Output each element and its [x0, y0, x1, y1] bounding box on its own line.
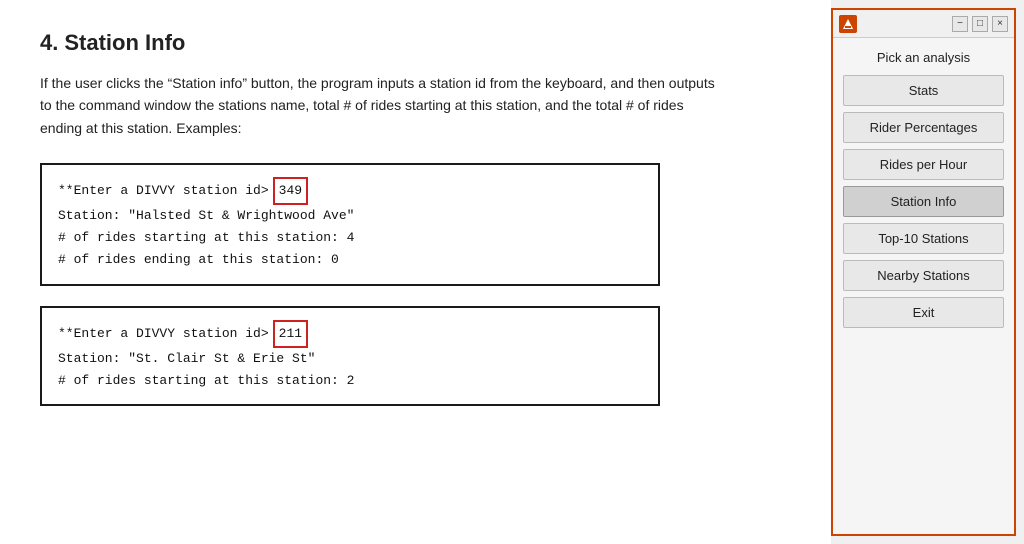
stats-button[interactable]: Stats — [843, 75, 1004, 106]
dialog-header-label: Pick an analysis — [843, 50, 1004, 65]
prompt-2: **Enter a DIVVY station id> — [58, 323, 269, 345]
main-content: 4.Station Info If the user clicks the “S… — [0, 0, 831, 544]
input-line-2: **Enter a DIVVY station id> 211 — [58, 320, 642, 348]
input-value-2: 211 — [273, 320, 308, 348]
station-info-button[interactable]: Station Info — [843, 186, 1004, 217]
output-line-1-3: # of rides starting at this station: 4 — [58, 227, 642, 249]
input-value-1: 349 — [273, 177, 308, 205]
output-line-1-4: # of rides ending at this station: 0 — [58, 249, 642, 271]
app-icon — [839, 15, 857, 33]
top-10-stations-button[interactable]: Top-10 Stations — [843, 223, 1004, 254]
prompt-1: **Enter a DIVVY station id> — [58, 180, 269, 202]
description: If the user clicks the “Station info” bu… — [40, 72, 720, 139]
input-line-1: **Enter a DIVVY station id> 349 — [58, 177, 642, 205]
output-line-2-2: Station: "St. Clair St & Erie St" — [58, 348, 642, 370]
minimize-button[interactable]: − — [952, 16, 968, 32]
output-line-1-2: Station: "Halsted St & Wrightwood Ave" — [58, 205, 642, 227]
code-block-2: **Enter a DIVVY station id> 211 Station:… — [40, 306, 660, 406]
nearby-stations-button[interactable]: Nearby Stations — [843, 260, 1004, 291]
section-title: 4.Station Info — [40, 30, 791, 56]
rides-per-hour-button[interactable]: Rides per Hour — [843, 149, 1004, 180]
section-number: 4. — [40, 30, 58, 55]
code-block-1: **Enter a DIVVY station id> 349 Station:… — [40, 163, 660, 285]
close-button[interactable]: × — [992, 16, 1008, 32]
exit-button[interactable]: Exit — [843, 297, 1004, 328]
dialog-body: Pick an analysis Stats Rider Percentages… — [833, 38, 1014, 344]
dialog-titlebar: − □ × — [833, 10, 1014, 38]
maximize-button[interactable]: □ — [972, 16, 988, 32]
output-line-2-3: # of rides starting at this station: 2 — [58, 370, 642, 392]
titlebar-controls: − □ × — [952, 16, 1008, 32]
rider-percentages-button[interactable]: Rider Percentages — [843, 112, 1004, 143]
titlebar-left — [839, 15, 857, 33]
dialog-panel: − □ × Pick an analysis Stats Rider Perce… — [831, 8, 1016, 536]
